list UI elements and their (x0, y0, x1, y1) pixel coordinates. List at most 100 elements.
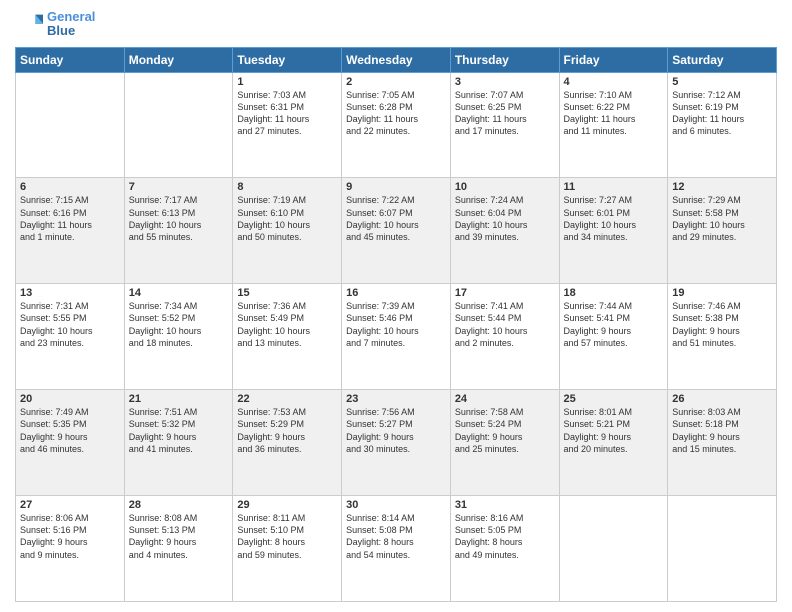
day-info: Sunrise: 8:01 AM Sunset: 5:21 PM Dayligh… (564, 406, 664, 455)
day-info: Sunrise: 7:17 AM Sunset: 6:13 PM Dayligh… (129, 194, 229, 243)
calendar-cell: 3Sunrise: 7:07 AM Sunset: 6:25 PM Daylig… (450, 72, 559, 178)
day-number: 21 (129, 393, 229, 405)
calendar-cell: 14Sunrise: 7:34 AM Sunset: 5:52 PM Dayli… (124, 284, 233, 390)
calendar-cell: 28Sunrise: 8:08 AM Sunset: 5:13 PM Dayli… (124, 496, 233, 602)
day-info: Sunrise: 8:14 AM Sunset: 5:08 PM Dayligh… (346, 512, 446, 561)
day-number: 2 (346, 76, 446, 88)
calendar-cell (124, 72, 233, 178)
logo-blue: Blue (47, 24, 95, 38)
day-number: 9 (346, 181, 446, 193)
weekday-header-friday: Friday (559, 47, 668, 72)
day-number: 18 (564, 287, 664, 299)
day-info: Sunrise: 7:58 AM Sunset: 5:24 PM Dayligh… (455, 406, 555, 455)
day-number: 7 (129, 181, 229, 193)
logo-icon (15, 10, 43, 38)
calendar-cell: 10Sunrise: 7:24 AM Sunset: 6:04 PM Dayli… (450, 178, 559, 284)
calendar-cell: 19Sunrise: 7:46 AM Sunset: 5:38 PM Dayli… (668, 284, 777, 390)
page: General Blue SundayMondayTuesdayWednesda… (0, 0, 792, 612)
day-info: Sunrise: 7:56 AM Sunset: 5:27 PM Dayligh… (346, 406, 446, 455)
calendar-cell: 4Sunrise: 7:10 AM Sunset: 6:22 PM Daylig… (559, 72, 668, 178)
week-row-3: 20Sunrise: 7:49 AM Sunset: 5:35 PM Dayli… (16, 390, 777, 496)
logo: General Blue (15, 10, 95, 39)
week-row-2: 13Sunrise: 7:31 AM Sunset: 5:55 PM Dayli… (16, 284, 777, 390)
day-info: Sunrise: 7:10 AM Sunset: 6:22 PM Dayligh… (564, 89, 664, 138)
day-info: Sunrise: 7:19 AM Sunset: 6:10 PM Dayligh… (237, 194, 337, 243)
day-number: 31 (455, 499, 555, 511)
calendar-cell: 17Sunrise: 7:41 AM Sunset: 5:44 PM Dayli… (450, 284, 559, 390)
day-number: 6 (20, 181, 120, 193)
day-number: 1 (237, 76, 337, 88)
day-number: 8 (237, 181, 337, 193)
day-number: 4 (564, 76, 664, 88)
day-number: 11 (564, 181, 664, 193)
day-info: Sunrise: 7:24 AM Sunset: 6:04 PM Dayligh… (455, 194, 555, 243)
weekday-header-sunday: Sunday (16, 47, 125, 72)
day-info: Sunrise: 7:15 AM Sunset: 6:16 PM Dayligh… (20, 194, 120, 243)
logo-text: General Blue (47, 10, 95, 39)
calendar-cell: 1Sunrise: 7:03 AM Sunset: 6:31 PM Daylig… (233, 72, 342, 178)
week-row-4: 27Sunrise: 8:06 AM Sunset: 5:16 PM Dayli… (16, 496, 777, 602)
calendar-cell (559, 496, 668, 602)
calendar-cell: 13Sunrise: 7:31 AM Sunset: 5:55 PM Dayli… (16, 284, 125, 390)
day-number: 25 (564, 393, 664, 405)
day-number: 10 (455, 181, 555, 193)
day-info: Sunrise: 8:11 AM Sunset: 5:10 PM Dayligh… (237, 512, 337, 561)
weekday-header-wednesday: Wednesday (342, 47, 451, 72)
day-number: 27 (20, 499, 120, 511)
day-info: Sunrise: 8:16 AM Sunset: 5:05 PM Dayligh… (455, 512, 555, 561)
week-row-0: 1Sunrise: 7:03 AM Sunset: 6:31 PM Daylig… (16, 72, 777, 178)
calendar-cell: 30Sunrise: 8:14 AM Sunset: 5:08 PM Dayli… (342, 496, 451, 602)
day-info: Sunrise: 7:05 AM Sunset: 6:28 PM Dayligh… (346, 89, 446, 138)
weekday-header-tuesday: Tuesday (233, 47, 342, 72)
calendar-cell: 31Sunrise: 8:16 AM Sunset: 5:05 PM Dayli… (450, 496, 559, 602)
day-info: Sunrise: 7:51 AM Sunset: 5:32 PM Dayligh… (129, 406, 229, 455)
day-number: 24 (455, 393, 555, 405)
day-info: Sunrise: 7:49 AM Sunset: 5:35 PM Dayligh… (20, 406, 120, 455)
calendar-cell: 26Sunrise: 8:03 AM Sunset: 5:18 PM Dayli… (668, 390, 777, 496)
day-info: Sunrise: 7:22 AM Sunset: 6:07 PM Dayligh… (346, 194, 446, 243)
weekday-header-monday: Monday (124, 47, 233, 72)
day-info: Sunrise: 7:29 AM Sunset: 5:58 PM Dayligh… (672, 194, 772, 243)
logo-general: General (47, 9, 95, 24)
day-number: 3 (455, 76, 555, 88)
calendar-cell (16, 72, 125, 178)
calendar-cell: 29Sunrise: 8:11 AM Sunset: 5:10 PM Dayli… (233, 496, 342, 602)
day-number: 5 (672, 76, 772, 88)
day-info: Sunrise: 8:08 AM Sunset: 5:13 PM Dayligh… (129, 512, 229, 561)
day-info: Sunrise: 7:36 AM Sunset: 5:49 PM Dayligh… (237, 300, 337, 349)
weekday-header-row: SundayMondayTuesdayWednesdayThursdayFrid… (16, 47, 777, 72)
day-info: Sunrise: 7:12 AM Sunset: 6:19 PM Dayligh… (672, 89, 772, 138)
calendar-cell: 20Sunrise: 7:49 AM Sunset: 5:35 PM Dayli… (16, 390, 125, 496)
day-number: 26 (672, 393, 772, 405)
day-info: Sunrise: 7:39 AM Sunset: 5:46 PM Dayligh… (346, 300, 446, 349)
day-number: 28 (129, 499, 229, 511)
day-info: Sunrise: 7:46 AM Sunset: 5:38 PM Dayligh… (672, 300, 772, 349)
day-number: 23 (346, 393, 446, 405)
weekday-header-saturday: Saturday (668, 47, 777, 72)
day-number: 14 (129, 287, 229, 299)
week-row-1: 6Sunrise: 7:15 AM Sunset: 6:16 PM Daylig… (16, 178, 777, 284)
day-number: 12 (672, 181, 772, 193)
calendar-cell: 12Sunrise: 7:29 AM Sunset: 5:58 PM Dayli… (668, 178, 777, 284)
calendar-cell (668, 496, 777, 602)
calendar-table: SundayMondayTuesdayWednesdayThursdayFrid… (15, 47, 777, 602)
day-number: 30 (346, 499, 446, 511)
day-info: Sunrise: 7:53 AM Sunset: 5:29 PM Dayligh… (237, 406, 337, 455)
calendar-cell: 18Sunrise: 7:44 AM Sunset: 5:41 PM Dayli… (559, 284, 668, 390)
day-info: Sunrise: 7:44 AM Sunset: 5:41 PM Dayligh… (564, 300, 664, 349)
day-number: 17 (455, 287, 555, 299)
calendar-cell: 11Sunrise: 7:27 AM Sunset: 6:01 PM Dayli… (559, 178, 668, 284)
day-info: Sunrise: 7:07 AM Sunset: 6:25 PM Dayligh… (455, 89, 555, 138)
calendar-cell: 24Sunrise: 7:58 AM Sunset: 5:24 PM Dayli… (450, 390, 559, 496)
day-info: Sunrise: 7:41 AM Sunset: 5:44 PM Dayligh… (455, 300, 555, 349)
day-info: Sunrise: 7:27 AM Sunset: 6:01 PM Dayligh… (564, 194, 664, 243)
calendar-cell: 22Sunrise: 7:53 AM Sunset: 5:29 PM Dayli… (233, 390, 342, 496)
weekday-header-thursday: Thursday (450, 47, 559, 72)
day-number: 16 (346, 287, 446, 299)
header: General Blue (15, 10, 777, 39)
calendar-cell: 9Sunrise: 7:22 AM Sunset: 6:07 PM Daylig… (342, 178, 451, 284)
day-number: 22 (237, 393, 337, 405)
calendar-cell: 23Sunrise: 7:56 AM Sunset: 5:27 PM Dayli… (342, 390, 451, 496)
calendar-cell: 7Sunrise: 7:17 AM Sunset: 6:13 PM Daylig… (124, 178, 233, 284)
calendar-cell: 25Sunrise: 8:01 AM Sunset: 5:21 PM Dayli… (559, 390, 668, 496)
